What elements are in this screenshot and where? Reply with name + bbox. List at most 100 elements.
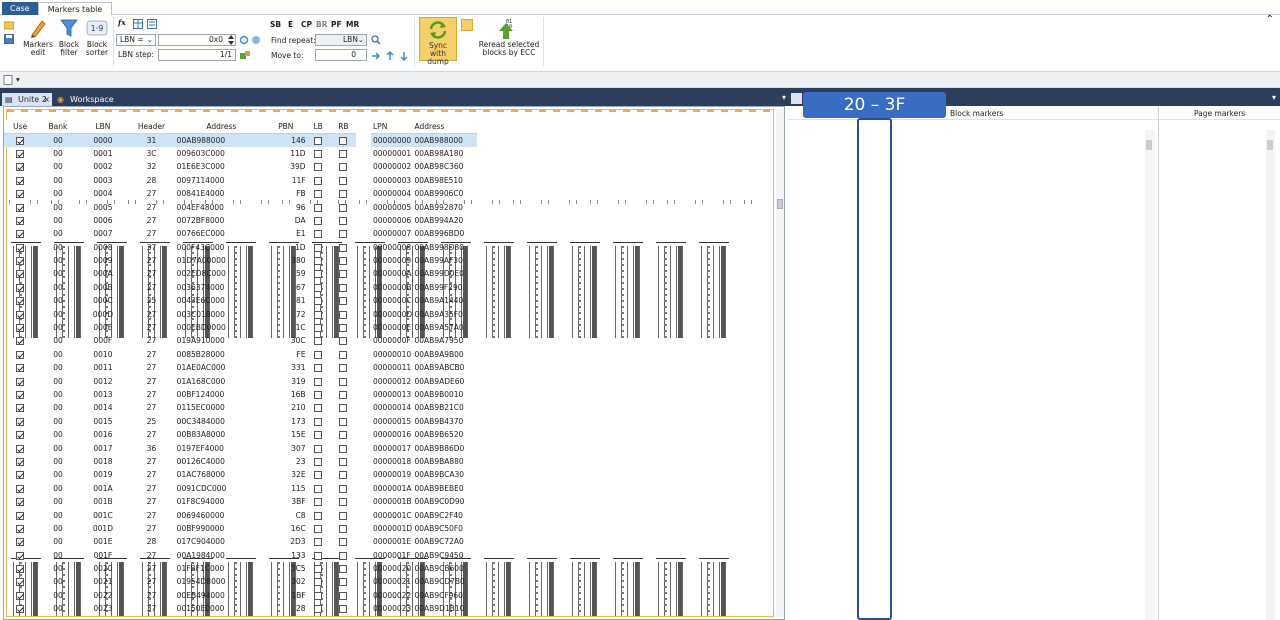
lb-cell[interactable] bbox=[306, 415, 331, 428]
use-cell[interactable] bbox=[4, 388, 36, 401]
arrow-up-icon[interactable] bbox=[385, 50, 395, 61]
page-marker-row[interactable]: 00000005 00AB992870 bbox=[371, 200, 477, 213]
rb-checkbox[interactable] bbox=[339, 364, 348, 373]
use-cell[interactable] bbox=[4, 267, 36, 280]
block-marker-row[interactable]: 00 0009 27 01D7A00000 380 bbox=[4, 254, 356, 267]
lb-cell[interactable] bbox=[306, 455, 331, 468]
rb-checkbox[interactable] bbox=[339, 565, 348, 574]
use-checkbox[interactable] bbox=[16, 551, 25, 560]
block-marker-row[interactable]: 00 000A 27 002ED8C000 59 bbox=[4, 267, 356, 280]
tab-unite-2[interactable]: ▤ Unite 2 × bbox=[2, 93, 52, 106]
rb-checkbox[interactable] bbox=[339, 149, 348, 158]
rb-cell[interactable] bbox=[330, 133, 356, 147]
block-marker-row[interactable]: 00 0007 27 00766EC000 E1 bbox=[4, 227, 356, 240]
rb-checkbox[interactable] bbox=[339, 350, 348, 359]
lb-checkbox[interactable] bbox=[314, 176, 323, 185]
use-checkbox[interactable] bbox=[16, 149, 25, 158]
rb-cell[interactable] bbox=[331, 348, 356, 361]
block-marker-row[interactable]: 00 0006 27 0072BF8000 DA bbox=[4, 214, 356, 227]
lb-checkbox[interactable] bbox=[314, 324, 323, 333]
block-marker-row[interactable]: 00 0022 27 00EB494000 1BF bbox=[4, 589, 356, 602]
use-checkbox[interactable] bbox=[16, 377, 25, 386]
rb-checkbox[interactable] bbox=[339, 377, 348, 386]
grid-icon[interactable] bbox=[240, 51, 250, 61]
use-checkbox[interactable] bbox=[16, 431, 25, 440]
rb-cell[interactable] bbox=[331, 241, 356, 254]
use-cell[interactable] bbox=[4, 254, 36, 267]
rb-cell[interactable] bbox=[331, 549, 356, 562]
use-cell[interactable] bbox=[4, 200, 36, 213]
block-table-scrollbar[interactable] bbox=[1145, 130, 1154, 620]
lb-checkbox[interactable] bbox=[314, 203, 323, 212]
rb-cell[interactable] bbox=[331, 522, 356, 535]
use-cell[interactable] bbox=[4, 321, 36, 334]
lb-cell[interactable] bbox=[306, 321, 331, 334]
lb-cell[interactable] bbox=[306, 468, 331, 481]
rb-cell[interactable] bbox=[331, 441, 356, 454]
block-marker-row[interactable]: 00 001B 27 01F8C94000 3BF bbox=[4, 495, 356, 508]
search-icon[interactable] bbox=[371, 35, 381, 45]
rb-cell[interactable] bbox=[331, 482, 356, 495]
rb-checkbox[interactable] bbox=[339, 297, 348, 306]
lb-cell[interactable] bbox=[306, 441, 331, 454]
use-checkbox[interactable] bbox=[16, 190, 25, 199]
rb-checkbox[interactable] bbox=[339, 484, 348, 493]
rb-cell[interactable] bbox=[331, 575, 356, 588]
flag-sb[interactable]: SB bbox=[270, 20, 281, 30]
flag-br[interactable]: BR bbox=[316, 20, 328, 30]
rb-checkbox[interactable] bbox=[339, 391, 348, 399]
block-marker-row[interactable]: 00 000B 27 0036374000 67 bbox=[4, 281, 356, 294]
rb-cell[interactable] bbox=[331, 281, 356, 294]
use-checkbox[interactable] bbox=[16, 350, 25, 359]
lb-cell[interactable] bbox=[306, 482, 331, 495]
lb-checkbox[interactable] bbox=[314, 270, 323, 279]
use-cell[interactable] bbox=[4, 441, 36, 454]
ribbon-collapse-icon[interactable]: ⌃ bbox=[1266, 15, 1274, 25]
use-checkbox[interactable] bbox=[16, 297, 25, 306]
lb-checkbox[interactable] bbox=[314, 216, 323, 225]
page-marker-row[interactable]: 0000000A 00AB99D0E0 bbox=[371, 267, 477, 280]
use-cell[interactable] bbox=[4, 589, 36, 602]
page-marker-row[interactable]: 0000000F 00AB9A7950 bbox=[371, 334, 477, 347]
lb-cell[interactable] bbox=[306, 294, 331, 307]
lb-cell[interactable] bbox=[306, 147, 331, 160]
page-marker-row[interactable]: 00000012 00AB9ADE60 bbox=[371, 374, 477, 387]
lb-cell[interactable] bbox=[306, 267, 331, 280]
close-icon[interactable]: × bbox=[43, 93, 50, 106]
page-marker-row[interactable]: 00000011 00AB9ABCB0 bbox=[371, 361, 477, 374]
rb-checkbox[interactable] bbox=[339, 431, 348, 440]
use-checkbox[interactable] bbox=[16, 203, 25, 212]
page-marker-row[interactable]: 00000009 00AB99AF30 bbox=[371, 254, 477, 267]
lb-cell[interactable] bbox=[306, 535, 331, 548]
flag-cp[interactable]: CP bbox=[301, 20, 312, 30]
rb-checkbox[interactable] bbox=[339, 203, 348, 212]
lb-checkbox[interactable] bbox=[314, 243, 323, 252]
lbn-value-input[interactable]: 0x0 bbox=[158, 34, 236, 46]
block-col-header-pbn[interactable]: PBN bbox=[266, 120, 306, 134]
rb-checkbox[interactable] bbox=[339, 591, 348, 600]
lb-checkbox[interactable] bbox=[314, 457, 323, 466]
rb-cell[interactable] bbox=[331, 535, 356, 548]
lb-checkbox[interactable] bbox=[314, 524, 323, 533]
use-cell[interactable] bbox=[4, 147, 36, 160]
rb-cell[interactable] bbox=[331, 455, 356, 468]
use-checkbox[interactable] bbox=[16, 591, 25, 600]
lb-cell[interactable] bbox=[306, 495, 331, 508]
page-marker-row[interactable]: 00000023 00AB9D1B10 bbox=[371, 602, 477, 615]
rb-checkbox[interactable] bbox=[339, 605, 348, 614]
rb-cell[interactable] bbox=[331, 334, 356, 347]
rb-checkbox[interactable] bbox=[339, 417, 348, 426]
lb-cell[interactable] bbox=[306, 227, 331, 240]
lb-cell[interactable] bbox=[306, 214, 331, 227]
use-checkbox[interactable] bbox=[16, 417, 25, 426]
block-marker-row[interactable]: 00 0016 27 00B83A8000 15E bbox=[4, 428, 356, 441]
rb-cell[interactable] bbox=[331, 508, 356, 521]
block-marker-row[interactable]: 00 001E 28 017C904000 2D3 bbox=[4, 535, 356, 548]
lb-checkbox[interactable] bbox=[314, 578, 323, 587]
use-cell[interactable] bbox=[4, 495, 36, 508]
rb-cell[interactable] bbox=[331, 589, 356, 602]
use-checkbox[interactable] bbox=[16, 524, 25, 533]
block-marker-row[interactable]: 00 0018 27 00126C4000 23 bbox=[4, 455, 356, 468]
lb-checkbox[interactable] bbox=[314, 257, 323, 266]
lb-cell[interactable] bbox=[306, 401, 331, 414]
